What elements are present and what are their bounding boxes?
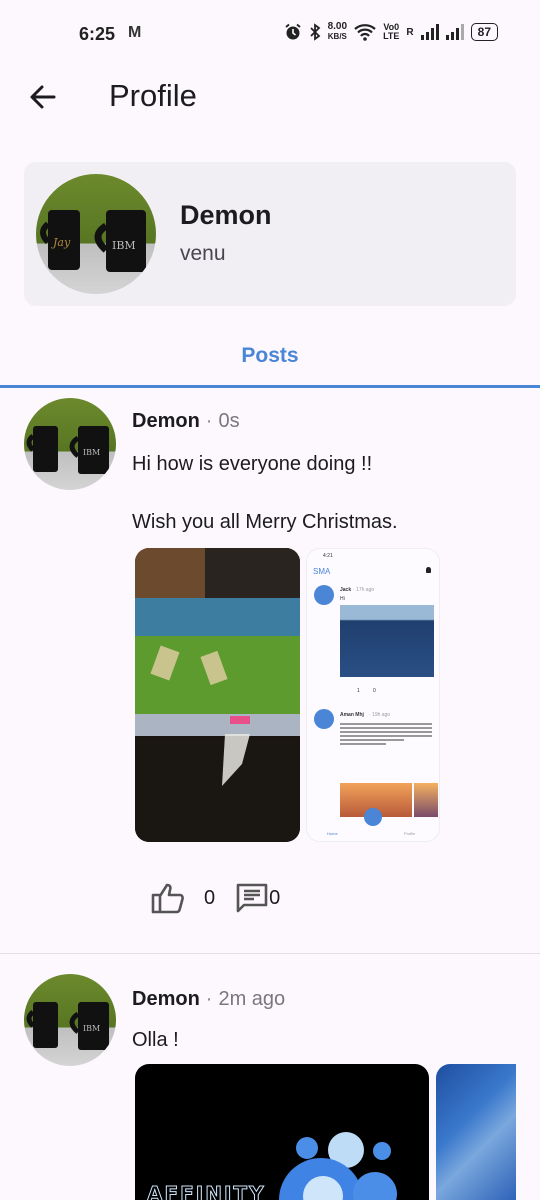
post-author[interactable]: Demon	[132, 988, 200, 1010]
post-time: 0s	[218, 410, 240, 432]
post-image[interactable]: 4:21 SMA Jack · 17h ago Hi 1 0 Aman Mhj …	[306, 548, 440, 842]
post-separator: ·	[205, 988, 213, 1010]
svg-text:IBM: IBM	[83, 448, 100, 457]
profile-display-name: Demon	[180, 200, 272, 230]
gmail-icon: M	[128, 24, 142, 41]
post-text: Hi how is everyone doing !! Wish you all…	[132, 453, 398, 533]
wifi-icon	[354, 24, 376, 41]
post-image[interactable]	[135, 548, 300, 842]
post-author[interactable]: Demon	[132, 410, 200, 432]
embedded-like-count: 1	[357, 688, 360, 694]
embedded-nav-profile: Profile	[404, 831, 416, 836]
embedded-app-title: SMA	[313, 567, 331, 576]
like-count: 0	[204, 886, 216, 909]
volte-icon: Vo0 LTE	[383, 22, 400, 41]
post-time: 2m ago	[218, 988, 286, 1010]
post-item[interactable]: IBM Demon · 2m ago Olla ! AFFINITY	[0, 954, 540, 1200]
embedded-post-time: · 17h ago	[353, 587, 375, 593]
embedded-post-avatar	[314, 709, 334, 729]
post-image[interactable]	[436, 1064, 516, 1200]
embedded-post-avatar	[314, 585, 334, 605]
embedded-post-author: Jack	[340, 587, 352, 593]
signal-2-icon	[445, 24, 464, 40]
tab-bar: Posts	[0, 330, 540, 388]
page-title: Profile	[109, 78, 197, 113]
post-avatar[interactable]: IBM	[24, 974, 116, 1066]
embedded-post-text: Hi	[340, 596, 345, 602]
profile-card: Jay IBM Demon venu	[24, 162, 516, 306]
post-item[interactable]: IBM Demon · 0s Hi how is everyone doing !!…	[0, 388, 540, 954]
alarm-icon	[285, 23, 301, 40]
app-bar: Profile	[0, 68, 540, 140]
roaming-icon: R	[406, 26, 414, 38]
profile-username: venu	[180, 242, 226, 265]
svg-text:IBM: IBM	[83, 1024, 100, 1033]
embedded-bell-icon	[426, 567, 431, 573]
bluetooth-icon	[309, 23, 320, 41]
battery-icon: 87	[470, 23, 498, 41]
comment-icon[interactable]	[235, 882, 269, 914]
avatar[interactable]: Jay IBM	[36, 174, 156, 294]
post-image-text: AFFINITY	[147, 1182, 266, 1200]
embedded-nav-home: Home	[327, 831, 338, 836]
embedded-post-image	[340, 605, 434, 677]
post-text: Olla !	[132, 1029, 179, 1051]
network-speed: 8.00 KB/S	[327, 21, 348, 42]
comment-count: 0	[269, 886, 281, 909]
embedded-post-author: Aman Mhj	[340, 712, 364, 718]
post-image[interactable]: AFFINITY	[135, 1064, 429, 1200]
thumbs-up-icon[interactable]	[150, 882, 186, 914]
embedded-comment-count: 0	[373, 688, 376, 694]
tab-posts[interactable]: Posts	[0, 344, 540, 368]
status-time: 6:25	[79, 24, 116, 44]
signal-1-icon	[420, 24, 439, 40]
status-bar: 6:25 M 8.00 KB/S Vo0 LTE R 87	[0, 0, 540, 68]
embedded-time: 4:21	[323, 553, 333, 559]
svg-text:IBM: IBM	[112, 239, 136, 252]
post-actions: 0 0	[150, 882, 280, 914]
embedded-post-time: · 19h ago	[369, 712, 391, 718]
post-avatar[interactable]: IBM	[24, 398, 116, 490]
embedded-post-body	[340, 721, 432, 747]
post-separator: ·	[205, 410, 213, 432]
arrow-left-icon[interactable]	[26, 80, 60, 114]
svg-text:Jay: Jay	[51, 236, 71, 249]
embedded-post-image	[414, 783, 438, 817]
embedded-fab	[364, 808, 382, 826]
